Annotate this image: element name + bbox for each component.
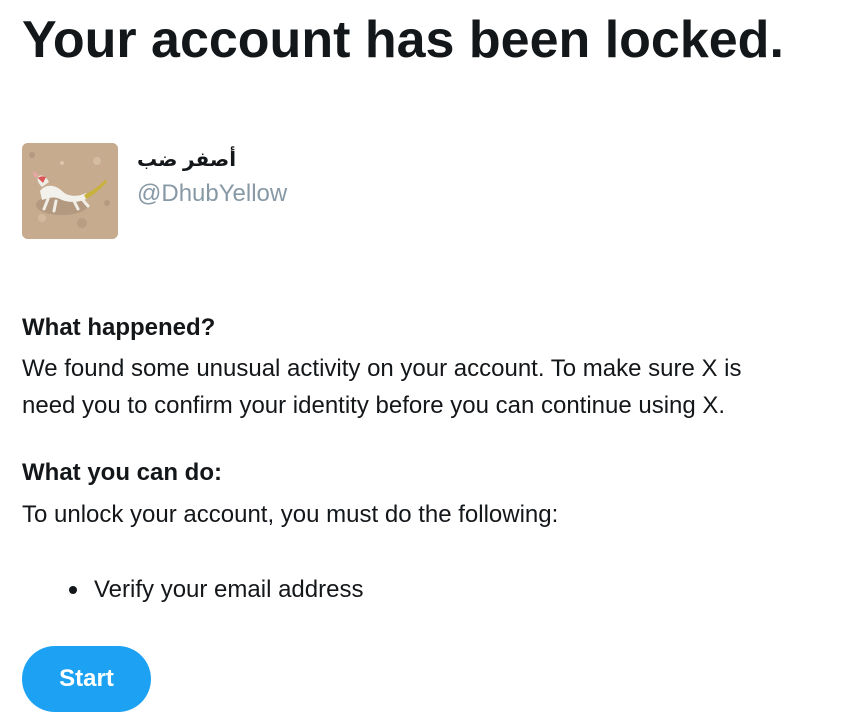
unlock-steps-list: Verify your email address xyxy=(69,571,364,608)
what-you-can-do-text: To unlock your account, you must do the … xyxy=(22,501,559,528)
page-title: Your account has been locked. xyxy=(22,11,784,69)
profile-handle: @DhubYellow xyxy=(137,180,288,207)
profile-display-name: أصفر ضب xyxy=(137,149,237,171)
lizard-photo-avatar-icon xyxy=(22,143,118,239)
what-happened-text: We found some unusual activity on your a… xyxy=(22,350,741,424)
locked-account-page: Your account has been locked. أصفر ضب @D… xyxy=(22,0,863,728)
step-label: Verify your email address xyxy=(94,576,364,603)
list-item: Verify your email address xyxy=(69,571,364,608)
start-button[interactable]: Start xyxy=(22,646,151,712)
what-happened-line: We found some unusual activity on your a… xyxy=(22,355,742,382)
bullet-icon xyxy=(69,586,77,594)
what-you-can-do-heading: What you can do: xyxy=(22,459,222,486)
what-happened-heading: What happened? xyxy=(22,314,216,341)
avatar xyxy=(22,143,118,239)
what-happened-line: need you to confirm your identity before… xyxy=(22,392,726,419)
